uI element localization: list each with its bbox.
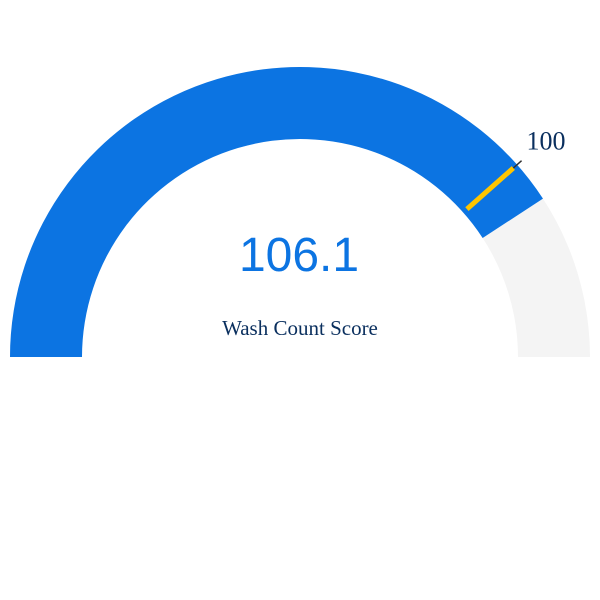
gauge-value-arc (10, 66, 543, 357)
gauge-chart: 100 106.1 Wash Count Score (0, 0, 600, 600)
gauge-value: 106.1 (239, 229, 359, 282)
gauge-svg: 100 106.1 Wash Count Score (10, 66, 590, 357)
threshold-label: 100 (527, 126, 566, 155)
gauge-label: Wash Count Score (222, 316, 378, 340)
